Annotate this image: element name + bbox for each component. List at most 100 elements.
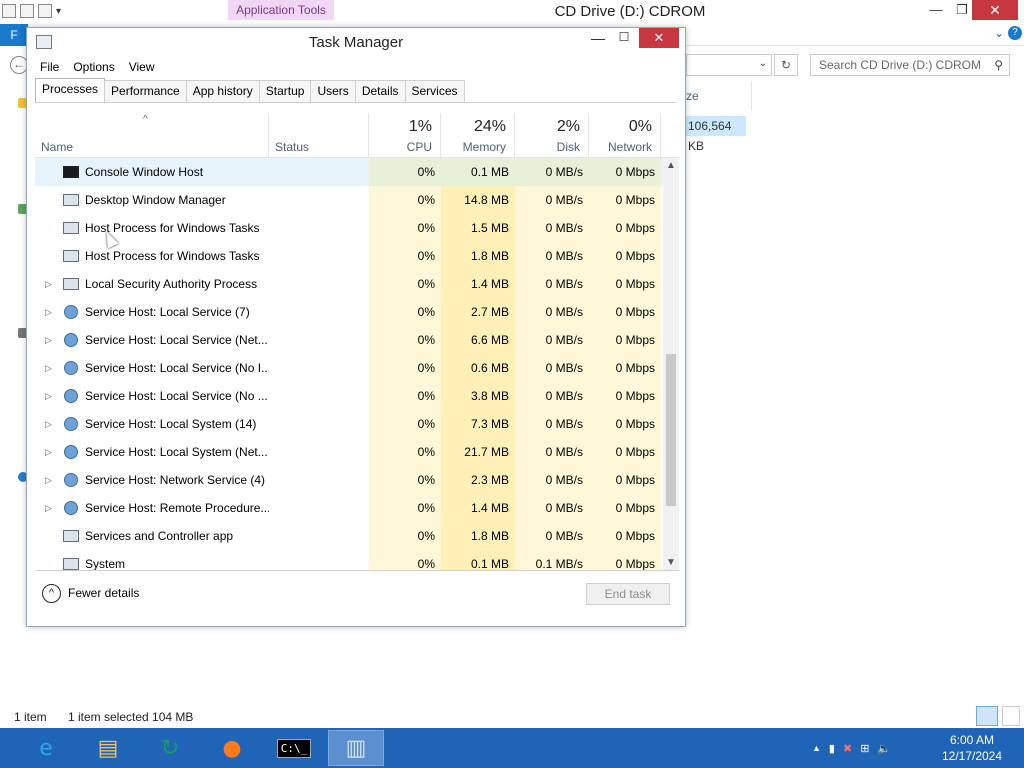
explorer-minimize-button[interactable]: — <box>922 0 950 22</box>
process-row[interactable]: ▷ Service Host: Local System (14) 0% 7.3 MB… <box>35 410 669 438</box>
tab-processes[interactable]: Processes <box>35 78 106 102</box>
tab-services[interactable]: Services <box>404 80 465 102</box>
column-header-name[interactable]: ^ Name <box>35 114 269 158</box>
column-header-network[interactable]: 0% Network <box>589 114 661 158</box>
process-memory: 1.4 MB <box>441 494 515 522</box>
process-name-cell: ▷ Service Host: Local Service (No I... <box>35 354 269 382</box>
process-name: Console Window Host <box>85 165 204 179</box>
action-center-icon[interactable]: ✖ <box>843 742 852 755</box>
tab-app-history[interactable]: App history <box>185 80 260 102</box>
process-row[interactable]: Services and Controller app 0% 1.8 MB 0 MB/… <box>35 522 669 550</box>
ribbon-file-tab[interactable]: F <box>0 24 28 46</box>
taskbar-button[interactable]: ▥ <box>328 730 384 766</box>
help-icon[interactable]: ? <box>1008 26 1022 40</box>
console-icon <box>63 166 79 178</box>
tm-close-button[interactable]: ✕ <box>639 28 679 48</box>
expand-arrow-icon[interactable]: ▷ <box>45 354 55 382</box>
explorer-close-button[interactable]: ✕ <box>972 0 1018 20</box>
process-status <box>269 466 369 494</box>
tab-details[interactable]: Details <box>354 80 406 102</box>
menu-view[interactable]: View <box>122 57 162 77</box>
process-row[interactable]: ▷ Service Host: Local Service (No ... 0% 3.… <box>35 382 669 410</box>
process-disk: 0 MB/s <box>515 326 589 354</box>
details-view-button[interactable] <box>976 706 998 726</box>
column-header-size[interactable]: ze <box>686 82 752 110</box>
volume-icon[interactable]: 🔈 <box>877 742 891 755</box>
process-name: Services and Controller app <box>85 529 234 543</box>
process-row[interactable]: System 0% 0.1 MB 0.1 MB/s 0 Mbps <box>35 550 669 570</box>
taskbar-button[interactable]: e <box>18 730 74 766</box>
process-row[interactable]: ▷ Service Host: Remote Procedure... 0% 1.4 … <box>35 494 669 522</box>
task-manager-titlebar[interactable]: Task Manager — ☐ ✕ <box>27 28 685 56</box>
process-status <box>269 158 369 186</box>
expand-arrow-icon[interactable]: ▷ <box>45 494 55 522</box>
column-header-cpu[interactable]: 1% CPU <box>369 114 441 158</box>
taskbar-button[interactable]: ▤ <box>80 730 136 766</box>
search-icon[interactable]: ⚲ <box>994 55 1003 75</box>
menu-options[interactable]: Options <box>66 57 121 77</box>
taskbar-button[interactable]: C:\_ <box>266 730 322 766</box>
process-status <box>269 550 369 570</box>
ribbon-expand-icon[interactable]: ⌄ <box>994 26 1004 40</box>
expand-arrow-icon[interactable]: ▷ <box>45 298 55 326</box>
process-list-scrollbar[interactable]: ▲ ▼ <box>663 158 679 570</box>
menu-file[interactable]: File <box>33 57 66 77</box>
taskbar-button[interactable]: ● <box>204 730 260 766</box>
expand-arrow-icon[interactable]: ▷ <box>45 410 55 438</box>
fewer-details-icon[interactable]: ^ <box>42 584 61 603</box>
expand-arrow-icon[interactable]: ▷ <box>45 466 55 494</box>
expand-arrow-icon[interactable]: ▷ <box>45 270 55 298</box>
tab-startup[interactable]: Startup <box>258 80 312 102</box>
tm-minimize-button[interactable]: — <box>585 30 611 50</box>
process-row[interactable]: ▷ Local Security Authority Process 0% 1.4 M… <box>35 270 669 298</box>
file-size-value[interactable]: 106,564 KB <box>686 116 746 153</box>
process-name: Service Host: Local Service (No I... <box>85 361 269 375</box>
expand-arrow-icon[interactable]: ▷ <box>45 438 55 466</box>
taskbar-clock[interactable]: 6:00 AM 12/17/2024 <box>930 732 1014 764</box>
column-header-disk[interactable]: 2% Disk <box>515 114 589 158</box>
tab-performance[interactable]: Performance <box>104 80 187 102</box>
taskbar-button[interactable]: ↻ <box>142 730 198 766</box>
process-row[interactable]: Desktop Window Manager 0% 14.8 MB 0 MB/s 0 M… <box>35 186 669 214</box>
scroll-up-icon[interactable]: ▲ <box>663 160 679 171</box>
process-network: 0 Mbps <box>589 298 661 326</box>
fewer-details-link[interactable]: Fewer details <box>68 586 139 600</box>
process-row[interactable]: Host Process for Windows Tasks 0% 1.5 MB 0 … <box>35 214 669 242</box>
show-hidden-icons-icon[interactable]: ▲ <box>812 743 821 753</box>
process-cpu: 0% <box>369 466 441 494</box>
column-header-status[interactable]: Status <box>269 114 369 158</box>
process-disk: 0 MB/s <box>515 354 589 382</box>
process-status <box>269 214 369 242</box>
process-network: 0 Mbps <box>589 354 661 382</box>
large-icons-view-button[interactable] <box>1002 706 1020 726</box>
scroll-down-icon[interactable]: ▼ <box>663 557 679 568</box>
process-row[interactable]: Host Process for Windows Tasks 0% 1.8 MB 0 … <box>35 242 669 270</box>
flag-icon[interactable]: ▮ <box>829 742 835 755</box>
process-row[interactable]: ▷ Service Host: Network Service (4) 0% 2.3 … <box>35 466 669 494</box>
end-task-button[interactable]: End task <box>586 583 670 605</box>
process-row[interactable]: Console Window Host 0% 0.1 MB 0 MB/s 0 Mbps <box>35 158 669 186</box>
tab-users[interactable]: Users <box>310 80 356 102</box>
process-row[interactable]: ▷ Service Host: Local Service (No I... 0% 0… <box>35 354 669 382</box>
process-row[interactable]: ▷ Service Host: Local Service (7) 0% 2.7 MB… <box>35 298 669 326</box>
process-name: Desktop Window Manager <box>85 193 226 207</box>
address-bar[interactable]: ⌄ <box>686 54 772 76</box>
expand-arrow-icon[interactable]: ▷ <box>45 326 55 354</box>
search-input[interactable]: Search CD Drive (D:) CDROM ⚲ <box>810 54 1010 76</box>
window-icon <box>63 222 79 234</box>
gear-icon <box>64 445 78 459</box>
address-dropdown-icon[interactable]: ⌄ <box>759 58 767 69</box>
process-name: System <box>85 557 126 570</box>
column-header-memory[interactable]: 24% Memory <box>441 114 515 158</box>
scrollbar-thumb[interactable] <box>666 354 676 506</box>
process-name-cell: ▷ Service Host: Local Service (No ... <box>35 382 269 410</box>
memory-total-percent: 24% <box>473 118 506 135</box>
process-disk: 0 MB/s <box>515 382 589 410</box>
process-row[interactable]: ▷ Service Host: Local Service (Net... 0% 6.… <box>35 326 669 354</box>
network-status-icon[interactable]: ⊞ <box>860 742 869 755</box>
process-row[interactable]: ▷ Service Host: Local System (Net... 0% 21.… <box>35 438 669 466</box>
expand-arrow-icon[interactable]: ▷ <box>45 382 55 410</box>
refresh-button[interactable]: ↻ <box>774 54 798 76</box>
search-placeholder: Search CD Drive (D:) CDROM <box>819 58 982 72</box>
tm-maximize-button[interactable]: ☐ <box>611 30 637 50</box>
